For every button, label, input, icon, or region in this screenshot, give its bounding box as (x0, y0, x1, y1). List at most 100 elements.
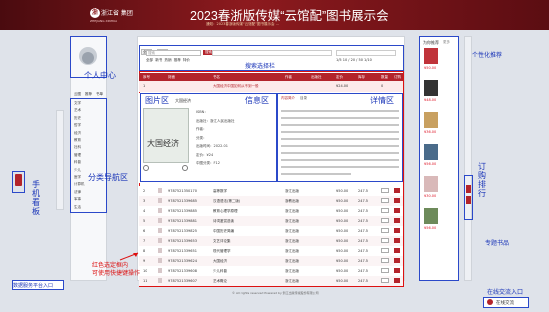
recommend-book-cover[interactable] (424, 176, 438, 192)
row-title[interactable]: 少儿科普 (213, 269, 227, 274)
detail-tab-toc[interactable]: 目录 (300, 96, 307, 101)
row-order-button[interactable] (394, 268, 400, 273)
row-title[interactable]: 艺术概论 (213, 279, 227, 284)
row-qty-input[interactable] (381, 188, 389, 193)
recommend-book-cover[interactable] (424, 208, 438, 224)
row-order-button[interactable] (394, 218, 400, 223)
row-title[interactable]: 现代管理学 (213, 249, 231, 254)
row-cover[interactable] (158, 268, 162, 273)
category-item[interactable]: 社科 (74, 145, 81, 150)
sort-select[interactable] (336, 50, 396, 56)
logo-text: 浙江省 集团 (101, 10, 133, 17)
row-cover[interactable] (158, 238, 162, 243)
category-item[interactable]: 经济 (74, 131, 81, 136)
row-qty-input[interactable] (381, 228, 389, 233)
recommend-book-cover[interactable] (424, 48, 438, 64)
phone-icon[interactable] (15, 174, 22, 186)
filter-sale[interactable]: 特价 (183, 58, 190, 62)
category-item[interactable]: 科普 (74, 160, 81, 165)
row-order-button[interactable] (394, 188, 400, 193)
recommend-book-price: ¥36.00 (424, 130, 437, 134)
row-qty-input[interactable] (381, 218, 389, 223)
filter-new[interactable]: 新书 (155, 58, 162, 62)
category-item[interactable]: 军事 (74, 197, 81, 202)
category-item[interactable]: 历史 (74, 116, 81, 121)
order-button[interactable] (466, 185, 471, 193)
logo-icon: 浙 (90, 8, 100, 18)
data-entry-label: 数据服务平台入口 (13, 283, 54, 289)
tab-cloud[interactable]: 云图 (74, 92, 81, 97)
category-item[interactable]: 生活 (74, 205, 81, 210)
row-cover[interactable] (158, 218, 162, 223)
row-qty-input[interactable] (381, 278, 389, 283)
row-order-button[interactable] (394, 248, 400, 253)
row-title[interactable]: 文艺评论集 (213, 239, 231, 244)
row-title[interactable]: 汉语语法(第二版) (213, 199, 240, 204)
row-cover[interactable] (158, 188, 162, 193)
filter-hot[interactable]: 热销 (164, 58, 171, 62)
recommend-more[interactable]: 更多 (443, 40, 450, 45)
next-icon[interactable] (182, 165, 188, 171)
category-item[interactable]: 法律 (74, 190, 81, 195)
table-header-cell: 序号 (143, 74, 150, 79)
recommend-title: 为你推荐 (423, 40, 439, 45)
row-cover[interactable] (158, 258, 162, 263)
search-placeholder: 搜索 (148, 50, 155, 55)
row-qty-input[interactable] (381, 248, 389, 253)
arrow-icon (119, 252, 139, 261)
row-order-button[interactable] (394, 238, 400, 243)
row-qty-input[interactable] (381, 238, 389, 243)
search-filter-label: 搜索选择栏 (245, 63, 276, 70)
detail-text-line (281, 138, 399, 140)
row-cover[interactable] (158, 198, 162, 203)
table-row-selected[interactable] (139, 81, 403, 92)
row-qty-input[interactable] (381, 268, 389, 273)
category-item[interactable]: 少儿 (74, 168, 81, 173)
row-order-button[interactable] (394, 278, 400, 283)
recommend-book-cover[interactable] (424, 144, 438, 160)
row-order-button[interactable] (394, 258, 400, 263)
row-cover[interactable] (158, 228, 162, 233)
row1-title[interactable]: 大国经济中国如何从不到一般 (213, 84, 259, 89)
row-stock: 247.5 (358, 209, 369, 213)
row-title[interactable]: 中国历史简编 (213, 229, 234, 234)
category-item[interactable]: 艺术 (74, 108, 81, 113)
detail-text-line (281, 159, 399, 161)
category-item[interactable]: 教育 (74, 138, 81, 143)
row-qty-input[interactable] (381, 198, 389, 203)
pager-info[interactable]: 1/5 10 / 20 / 50 1/10 (336, 58, 372, 62)
export-button[interactable] (466, 196, 471, 204)
category-item[interactable]: 文学 (74, 101, 81, 106)
category-item[interactable]: 计算机 (74, 182, 85, 187)
row-order-button[interactable] (394, 198, 400, 203)
row1-qty[interactable]: 0 (381, 84, 383, 88)
tab-recommend[interactable]: 推荐 (85, 92, 92, 97)
row-cover[interactable] (158, 278, 162, 283)
table-header-cell: 定价 (336, 74, 343, 79)
filter-all[interactable]: 全部 (146, 58, 153, 62)
filter-recommend[interactable]: 推荐 (174, 58, 181, 62)
tab-booklist[interactable]: 书单 (96, 92, 103, 97)
row-title[interactable]: 大国经济 (213, 259, 227, 264)
detail-tab-intro[interactable]: 内容简介 (281, 96, 295, 101)
info-title: 大国经济 (175, 98, 191, 103)
row-cover[interactable] (158, 208, 162, 213)
row-order-button[interactable] (394, 208, 400, 213)
row-qty-input[interactable] (381, 258, 389, 263)
row-price: ¥50.00 (336, 279, 349, 283)
row-title[interactable]: 诗词鉴赏选读 (213, 219, 234, 224)
row-cover[interactable] (158, 248, 162, 253)
row-isbn: 9787521350170 (168, 189, 197, 193)
row-title[interactable]: 教育心理学原理 (213, 209, 238, 214)
row-qty-input[interactable] (381, 208, 389, 213)
book-cover[interactable] (143, 108, 189, 163)
recommend-book-cover[interactable] (424, 80, 438, 96)
category-item[interactable]: 管理 (74, 153, 81, 158)
prev-icon[interactable] (143, 165, 149, 171)
advanced-filter[interactable] (212, 50, 332, 56)
recommend-book-cover[interactable] (424, 112, 438, 128)
row-order-button[interactable] (394, 228, 400, 233)
category-item[interactable]: 哲学 (74, 123, 81, 128)
category-item[interactable]: 医学 (74, 175, 81, 180)
row-title[interactable]: 高等数学 (213, 189, 227, 194)
